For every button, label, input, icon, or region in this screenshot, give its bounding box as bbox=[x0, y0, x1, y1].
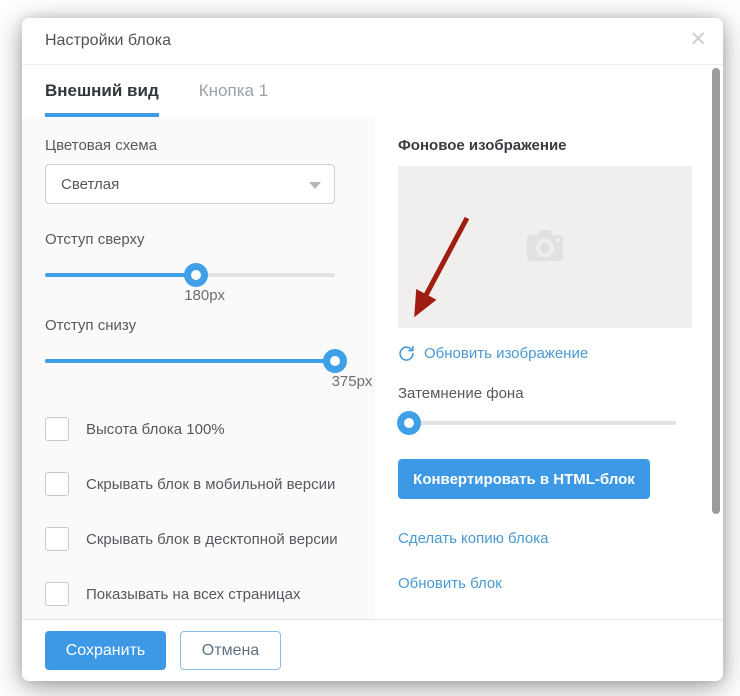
padding-top-value: 180px bbox=[184, 287, 225, 304]
camera-icon bbox=[523, 229, 567, 265]
padding-top-slider[interactable] bbox=[45, 263, 335, 287]
checkbox-box[interactable] bbox=[45, 417, 69, 441]
checkbox-label: Показывать на всех страницах bbox=[86, 586, 300, 603]
checkbox-box[interactable] bbox=[45, 472, 69, 496]
tab-appearance[interactable]: Внешний вид bbox=[45, 65, 159, 117]
modal-header: Настройки блока ✕ bbox=[22, 18, 723, 65]
save-button[interactable]: Сохранить bbox=[45, 631, 166, 670]
padding-bottom-value: 375px bbox=[332, 373, 373, 390]
tab-bar: Внешний вид Кнопка 1 bbox=[22, 65, 723, 117]
padding-bottom-label: Отступ снизу bbox=[45, 317, 352, 334]
checkbox-box[interactable] bbox=[45, 582, 69, 606]
update-image-link[interactable]: Обновить изображение bbox=[398, 345, 693, 362]
slider-fill bbox=[45, 273, 196, 277]
dimming-slider-handle[interactable] bbox=[397, 411, 421, 435]
color-scheme-value: Светлая bbox=[61, 176, 119, 193]
slider-fill bbox=[45, 359, 335, 363]
padding-top-value-row: 180px bbox=[45, 287, 352, 309]
convert-to-html-button[interactable]: Конвертировать в HTML-блок bbox=[398, 459, 650, 499]
checkbox-group: Высота блока 100% Скрывать блок в мобиль… bbox=[45, 417, 352, 606]
modal-body: Цветовая схема Светлая Отступ сверху 180… bbox=[22, 117, 723, 619]
modal-title: Настройки блока bbox=[45, 32, 171, 50]
copy-block-link[interactable]: Сделать копию блока bbox=[398, 530, 693, 547]
scrollbar-thumb[interactable] bbox=[712, 68, 720, 514]
color-scheme-label: Цветовая схема bbox=[45, 137, 352, 154]
checkbox-show-all-pages[interactable]: Показывать на всех страницах bbox=[45, 582, 352, 606]
checkbox-block-height-100[interactable]: Высота блока 100% bbox=[45, 417, 352, 441]
block-settings-modal: Настройки блока ✕ Внешний вид Кнопка 1 Ц… bbox=[22, 18, 723, 681]
close-icon[interactable]: ✕ bbox=[689, 29, 707, 50]
checkbox-hide-mobile[interactable]: Скрывать блок в мобильной версии bbox=[45, 472, 352, 496]
padding-top-slider-handle[interactable] bbox=[184, 263, 208, 287]
padding-bottom-slider-handle[interactable] bbox=[323, 349, 347, 373]
update-block-link[interactable]: Обновить блок bbox=[398, 575, 693, 592]
chevron-down-icon bbox=[309, 182, 321, 189]
slider-track[interactable] bbox=[398, 421, 676, 425]
left-settings-panel: Цветовая схема Светлая Отступ сверху 180… bbox=[22, 117, 375, 619]
update-image-link-text: Обновить изображение bbox=[424, 345, 588, 362]
dimming-label: Затемнение фона bbox=[398, 385, 693, 402]
right-settings-panel: Фоновое изображение bbox=[375, 117, 723, 619]
padding-bottom-value-row: 375px bbox=[45, 373, 352, 395]
checkbox-label: Высота блока 100% bbox=[86, 421, 225, 438]
refresh-icon bbox=[398, 345, 415, 362]
background-image-heading: Фоновое изображение bbox=[398, 137, 693, 154]
checkbox-box[interactable] bbox=[45, 527, 69, 551]
checkbox-label: Скрывать блок в мобильной версии bbox=[86, 476, 335, 493]
checkbox-label: Скрывать блок в десктопной версии bbox=[86, 531, 338, 548]
color-scheme-select[interactable]: Светлая bbox=[45, 164, 335, 204]
tab-button-1[interactable]: Кнопка 1 bbox=[199, 65, 268, 117]
cancel-button[interactable]: Отмена bbox=[180, 631, 281, 670]
padding-bottom-slider[interactable] bbox=[45, 349, 335, 373]
padding-top-label: Отступ сверху bbox=[45, 231, 352, 248]
background-image-placeholder[interactable] bbox=[398, 166, 692, 328]
checkbox-hide-desktop[interactable]: Скрывать блок в десктопной версии bbox=[45, 527, 352, 551]
modal-footer: Сохранить Отмена bbox=[22, 619, 723, 681]
dimming-slider[interactable] bbox=[398, 411, 676, 435]
